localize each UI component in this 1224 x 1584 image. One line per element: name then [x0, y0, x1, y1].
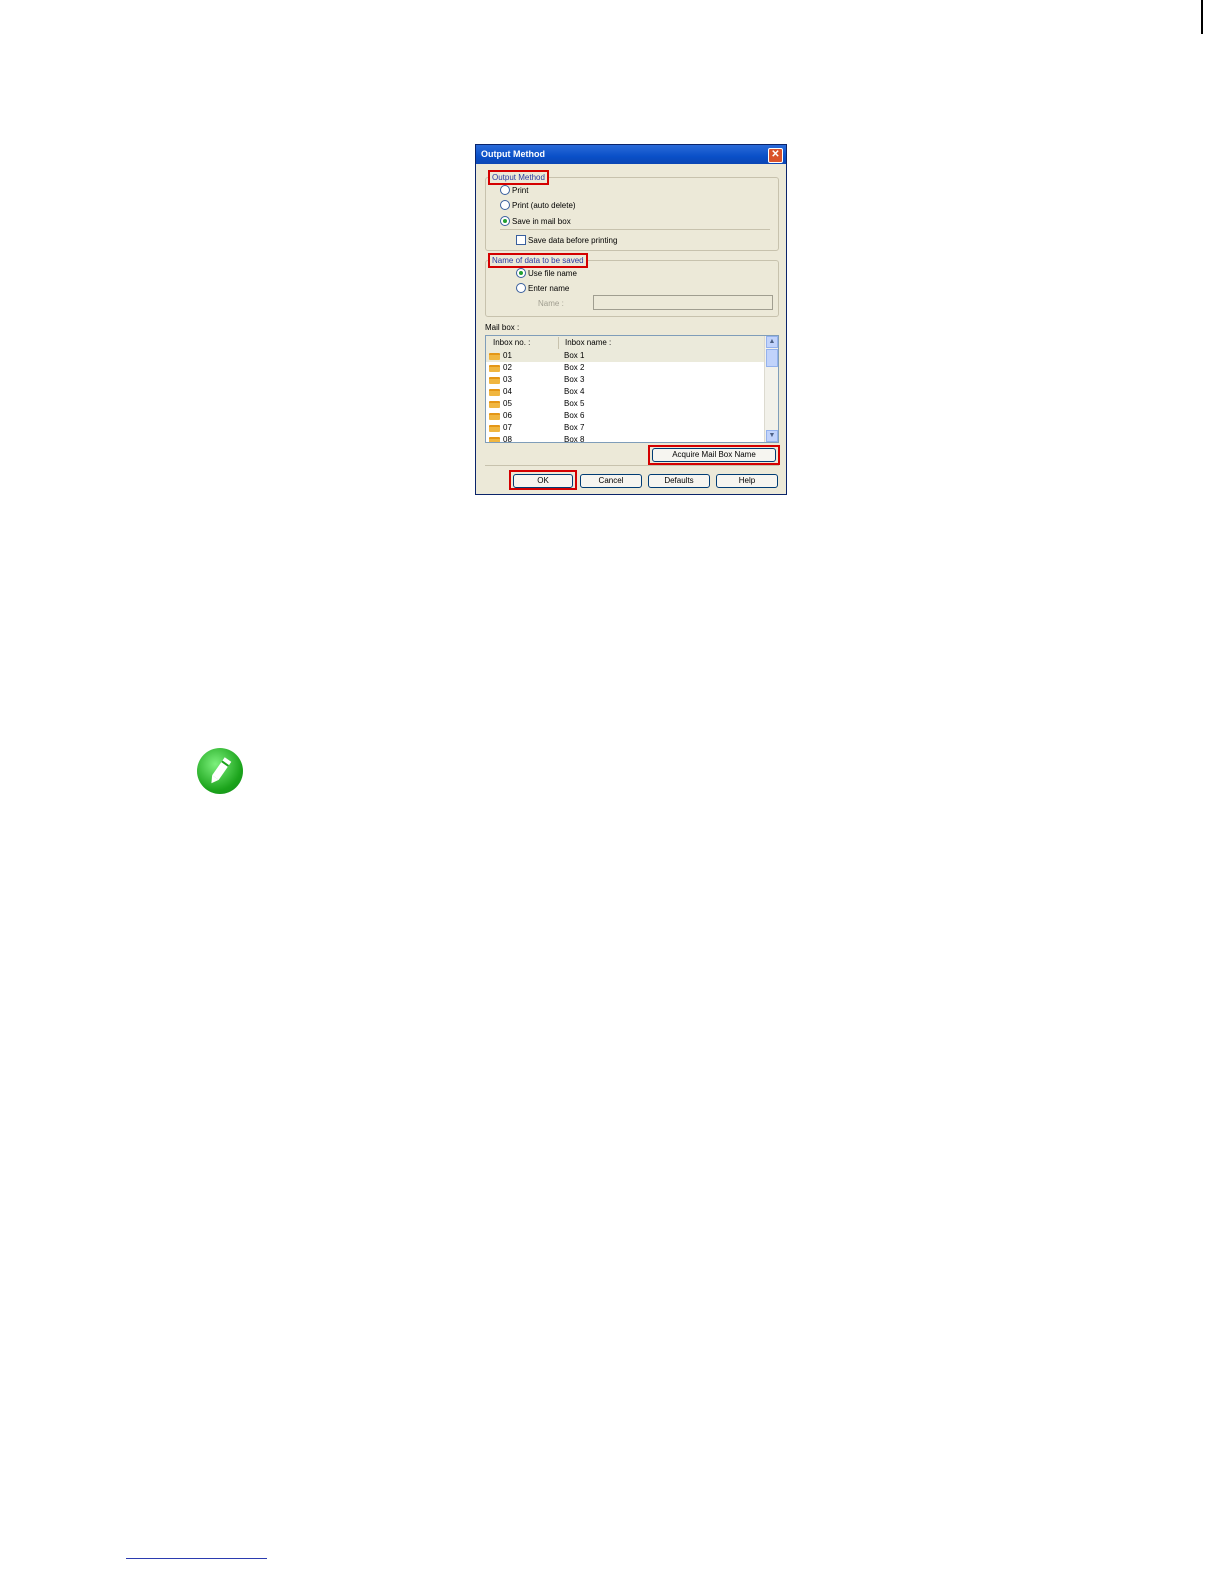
ok-button[interactable]: OK — [513, 474, 573, 488]
radio-button[interactable] — [500, 185, 510, 195]
table-row[interactable]: 06 Box 6 — [486, 410, 765, 422]
name-label: Name : — [538, 299, 564, 308]
output-method-dialog: Output Method ✕ Output Method Print Prin… — [475, 144, 787, 495]
inbox-name: Box 2 — [564, 363, 585, 372]
table-row[interactable]: 04 Box 4 — [486, 386, 765, 398]
page-edge-rule — [1201, 0, 1203, 34]
radio-button-selected[interactable] — [500, 216, 510, 226]
radio-use-file-name[interactable]: Use file name — [516, 268, 577, 278]
checkbox-save-before-printing-label: Save data before printing — [528, 236, 618, 245]
dialog-titlebar: Output Method ✕ — [476, 145, 786, 164]
table-row[interactable]: 01 Box 1 — [486, 350, 765, 362]
output-method-legend: Output Method — [488, 170, 549, 185]
mailbox-scrollbar[interactable]: ▲ ▼ — [764, 336, 778, 442]
scroll-thumb[interactable] — [766, 349, 778, 367]
radio-button-selected[interactable] — [516, 268, 526, 278]
inbox-name: Box 8 — [564, 435, 585, 443]
inbox-no: 08 — [503, 435, 512, 443]
divider — [485, 465, 779, 466]
radio-button[interactable] — [516, 283, 526, 293]
inbox-name: Box 6 — [564, 411, 585, 420]
cancel-button[interactable]: Cancel — [580, 474, 642, 488]
checkbox-save-before-printing[interactable]: Save data before printing — [516, 235, 617, 245]
close-icon[interactable]: ✕ — [768, 148, 783, 163]
divider — [500, 229, 770, 230]
acquire-mail-box-name-button[interactable]: Acquire Mail Box Name — [652, 448, 776, 462]
column-divider[interactable] — [558, 337, 559, 349]
column-inbox-name[interactable]: Inbox name : — [565, 338, 611, 347]
dialog-title: Output Method — [481, 149, 545, 159]
radio-enter-name-label: Enter name — [528, 284, 570, 293]
table-row[interactable]: 02 Box 2 — [486, 362, 765, 374]
radio-enter-name[interactable]: Enter name — [516, 283, 569, 293]
inbox-no: 05 — [503, 399, 512, 408]
folder-icon — [489, 425, 500, 432]
chevron-down-icon[interactable]: ▼ — [766, 430, 778, 442]
defaults-button[interactable]: Defaults — [648, 474, 710, 488]
radio-save-in-mail-box-label: Save in mail box — [512, 217, 571, 226]
radio-save-in-mail-box[interactable]: Save in mail box — [500, 216, 571, 226]
radio-print-label: Print — [512, 186, 529, 195]
inbox-name: Box 4 — [564, 387, 585, 396]
mailbox-list-header: Inbox no. : Inbox name : — [486, 336, 765, 351]
name-of-data-legend: Name of data to be saved — [488, 253, 588, 268]
inbox-no: 04 — [503, 387, 512, 396]
mailbox-rows: 01 Box 1 02 Box 2 03 Box 3 04 Box 4 05 Box 5 … — [486, 350, 765, 443]
inbox-no: 01 — [503, 351, 512, 360]
checkbox[interactable] — [516, 235, 526, 245]
inbox-no: 07 — [503, 423, 512, 432]
name-input[interactable] — [593, 295, 773, 310]
radio-button[interactable] — [500, 200, 510, 210]
inbox-no: 03 — [503, 375, 512, 384]
table-row[interactable]: 03 Box 3 — [486, 374, 765, 386]
mailbox-label: Mail box : — [485, 323, 520, 332]
radio-print-auto-delete[interactable]: Print (auto delete) — [500, 200, 576, 210]
inbox-name: Box 1 — [564, 351, 585, 360]
inbox-name: Box 7 — [564, 423, 585, 432]
table-row[interactable]: 07 Box 7 — [486, 422, 765, 434]
folder-icon — [489, 401, 500, 408]
column-inbox-no[interactable]: Inbox no. : — [493, 338, 530, 347]
inbox-name: Box 5 — [564, 399, 585, 408]
folder-icon — [489, 413, 500, 420]
help-button[interactable]: Help — [716, 474, 778, 488]
inbox-no: 06 — [503, 411, 512, 420]
pencil-icon-glyph — [211, 757, 232, 784]
folder-icon — [489, 377, 500, 384]
footer-link-underline — [126, 1558, 267, 1559]
folder-icon — [489, 437, 500, 442]
radio-print[interactable]: Print — [500, 185, 528, 195]
radio-print-auto-delete-label: Print (auto delete) — [512, 201, 576, 210]
chevron-up-icon[interactable]: ▲ — [766, 336, 778, 348]
inbox-no: 02 — [503, 363, 512, 372]
table-row[interactable]: 05 Box 5 — [486, 398, 765, 410]
folder-icon — [489, 353, 500, 360]
table-row[interactable]: 08 Box 8 — [486, 434, 765, 443]
folder-icon — [489, 365, 500, 372]
inbox-name: Box 3 — [564, 375, 585, 384]
radio-use-file-name-label: Use file name — [528, 269, 577, 278]
mailbox-list[interactable]: Inbox no. : Inbox name : 01 Box 1 02 Box 2… — [485, 335, 779, 443]
pencil-icon — [197, 748, 243, 794]
folder-icon — [489, 389, 500, 396]
